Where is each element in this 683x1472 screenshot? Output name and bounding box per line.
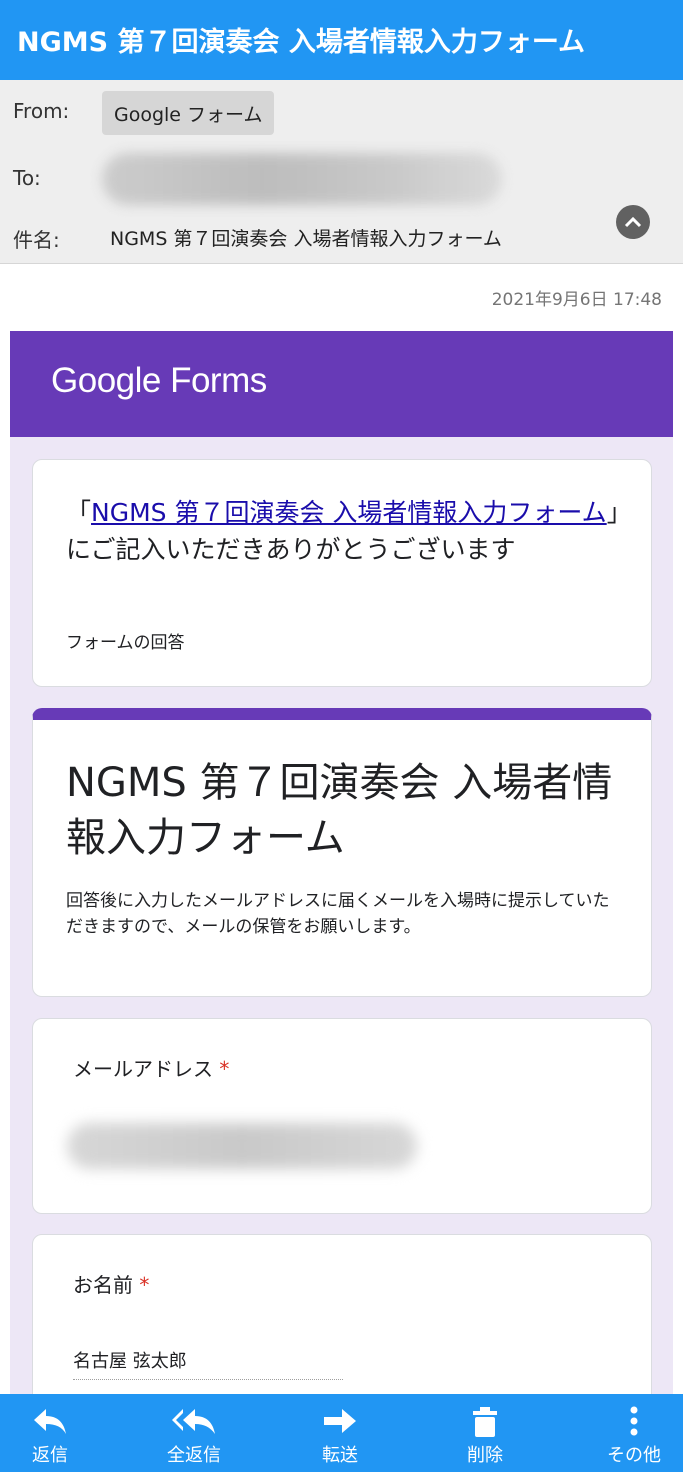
required-mark: *	[139, 1273, 150, 1297]
form-title: NGMS 第７回演奏会 入場者情報入力フォーム	[66, 760, 613, 861]
forms-header: Google Forms	[10, 331, 673, 437]
forward-button[interactable]: 転送	[290, 1394, 390, 1472]
bottom-action-bar: 返信 全返信 転送 削除 その他	[0, 1394, 683, 1472]
delete-label: 削除	[467, 1445, 503, 1466]
subject-value: NGMS 第７回演奏会 入場者情報入力フォーム	[110, 228, 502, 250]
thanks-message: 「NGMS 第７回演奏会 入場者情報入力フォーム」にご記入いただきありがとうござ…	[66, 494, 626, 568]
name-answer: 名古屋 弦太郎	[73, 1351, 187, 1372]
reply-button[interactable]: 返信	[0, 1394, 100, 1472]
email-header: From: Google フォーム To: 件名: NGMS 第７回演奏会 入場…	[0, 80, 683, 264]
more-button[interactable]: その他	[584, 1394, 683, 1472]
form-response-label: フォームの回答	[66, 633, 185, 653]
to-label: To:	[13, 166, 41, 190]
email-answer-redacted	[67, 1123, 417, 1169]
subject-label: 件名:	[13, 228, 60, 252]
delete-button[interactable]: 削除	[435, 1394, 535, 1472]
open-quote: 「	[66, 498, 92, 527]
title-bar: NGMS 第７回演奏会 入場者情報入力フォーム	[0, 0, 683, 80]
reply-icon	[34, 1409, 66, 1434]
thanks-card: 「NGMS 第７回演奏会 入場者情報入力フォーム」にご記入いただきありがとうござ…	[32, 459, 652, 687]
reply-all-button[interactable]: 全返信	[144, 1394, 244, 1472]
sender-chip[interactable]: Google フォーム	[102, 91, 275, 135]
form-description: 回答後に入力したメールアドレスに届くメールを入場時に提示していただきますので、メ…	[66, 891, 610, 937]
email-date: 2021年9月6日 17:48	[491, 290, 662, 310]
trash-icon	[473, 1407, 497, 1437]
more-label: その他	[607, 1445, 661, 1466]
recipient-redacted[interactable]	[102, 153, 502, 205]
reply-all-label: 全返信	[167, 1445, 221, 1466]
question-label: メールアドレス *	[73, 1057, 230, 1081]
chevron-up-icon	[624, 216, 642, 228]
question-label: お名前 *	[73, 1273, 150, 1297]
question-card-email: メールアドレス *	[32, 1018, 652, 1214]
form-title-card: NGMS 第７回演奏会 入場者情報入力フォーム 回答後に入力したメールアドレスに…	[32, 708, 652, 997]
reply-label: 返信	[32, 1445, 68, 1466]
required-mark: *	[219, 1057, 230, 1081]
forms-email-body: Google Forms 「NGMS 第７回演奏会 入場者情報入力フォーム」にご…	[10, 331, 673, 1434]
google-forms-logo: Google Forms	[51, 361, 267, 400]
answer-underline	[73, 1379, 343, 1380]
from-label: From:	[13, 99, 70, 123]
form-link[interactable]: NGMS 第７回演奏会 入場者情報入力フォーム	[91, 498, 607, 527]
collapse-header-button[interactable]	[616, 205, 650, 239]
forward-label: 転送	[322, 1445, 358, 1466]
email-title: NGMS 第７回演奏会 入場者情報入力フォーム	[17, 27, 586, 58]
more-vertical-icon	[630, 1406, 638, 1436]
reply-all-icon	[172, 1409, 215, 1434]
forward-icon	[324, 1409, 356, 1433]
